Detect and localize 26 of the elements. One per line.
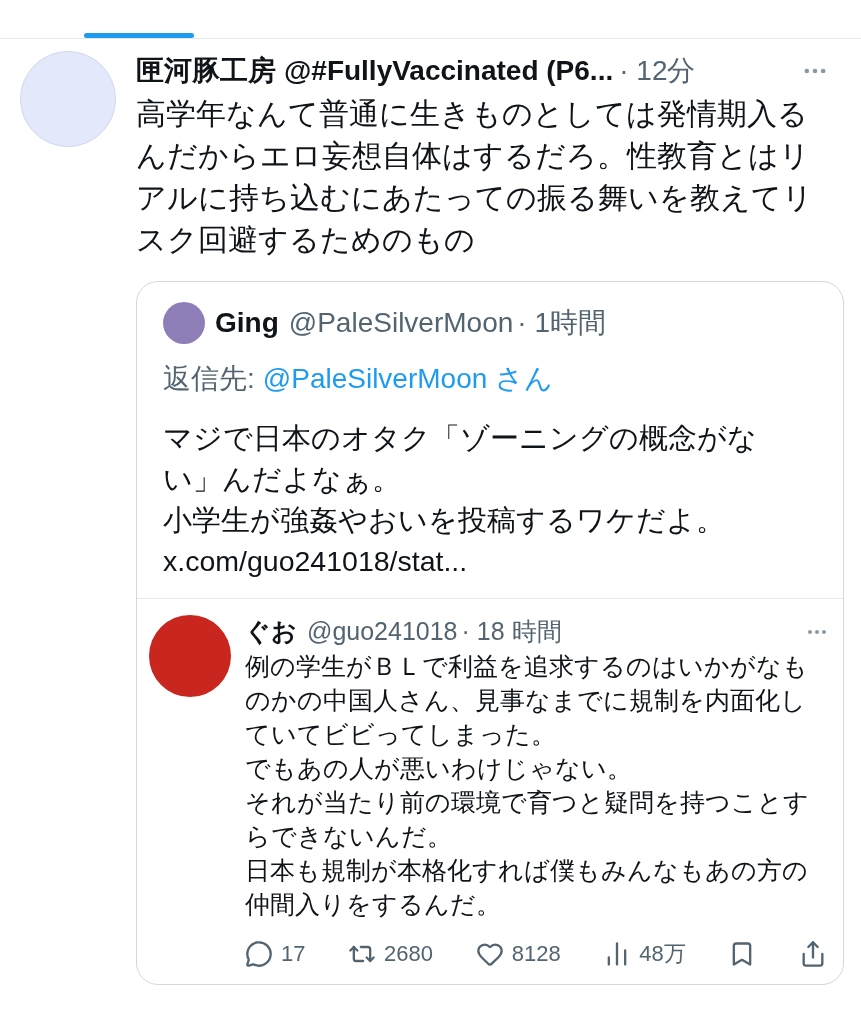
- embedded-text-line: 例の学生がＢＬで利益を追求するのはいかがなものかの中国人さん、見事なまでに規制を内面化していてビビってしまった。: [245, 651, 809, 750]
- author-handle: @#FullyVaccinated (P6...: [284, 54, 614, 88]
- post-time: · 12分: [619, 54, 696, 88]
- quote-text-line: マジで日本のオタク「ゾーニングの概念がない」んだよなぁ。: [163, 421, 758, 497]
- reply-to-link[interactable]: @PaleSilverMoon さん: [262, 358, 554, 400]
- action-count: 2680: [384, 940, 434, 968]
- quote-card[interactable]: [136, 281, 844, 985]
- quote-author-name: Ging: [215, 306, 279, 340]
- speech-bubble-icon[interactable]: [245, 939, 273, 968]
- embedded-author-handle: @guo241018: [307, 616, 458, 648]
- avatar-placeholder: [163, 302, 205, 344]
- quote-text-line: x.com/guo241018/stat...: [163, 544, 469, 579]
- embedded-text-line: 日本も規制が本格化すれば僕もみんなもあの方の仲間入りをするんだ。: [245, 855, 809, 920]
- post-text: 高学年なんて普通に生きものとしては発情期入るんだからエロ妄想自体はするだろ。性教育とはリアルに持ち込むにあたっての振る舞いを教えてリスク回避するためのもの: [136, 96, 814, 258]
- embedded-time: · 18 時間: [461, 616, 562, 648]
- author-name: 匣河豚工房: [136, 54, 276, 88]
- embedded-text-line: でもあの人が悪いわけじゃない。: [245, 753, 633, 784]
- action-count: 17: [281, 940, 306, 968]
- quote-author-handle: @PaleSilverMoon: [288, 306, 514, 340]
- action-count: 8128: [511, 940, 561, 968]
- reply-label: 返信先:: [163, 362, 255, 396]
- quote-text-line: 小学生が強姦やおいを投稿するワケだよ。: [163, 503, 726, 538]
- embedded-text-line: それが当たり前の環境で育つと疑問を持つことすらできないんだ。: [245, 787, 810, 852]
- action-count: 48万: [639, 940, 686, 968]
- embedded-author-name: ぐお: [245, 616, 297, 648]
- quote-time: · 1時間: [517, 306, 606, 340]
